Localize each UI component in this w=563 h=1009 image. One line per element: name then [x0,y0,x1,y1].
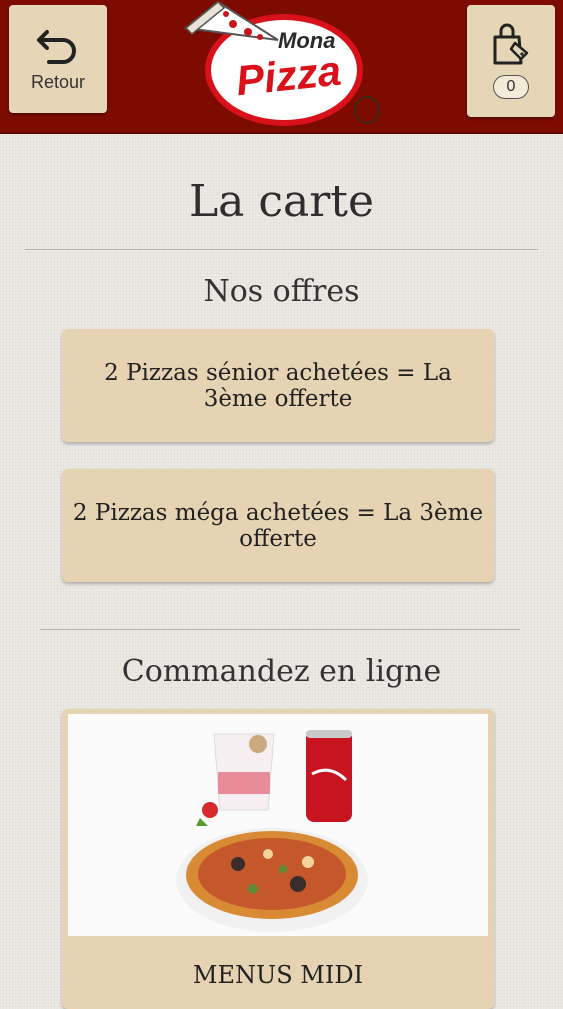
mona-pizza-logo: Mona Pizza [178,0,388,132]
pizza-menu-photo [68,714,488,936]
back-button[interactable]: Retour [9,5,107,113]
category-label: MENUS MIDI [192,961,364,989]
cart-button[interactable]: 0 [467,5,555,117]
shopping-bag-icon [493,23,529,65]
cart-count-badge: 0 [493,75,529,99]
offer-button[interactable]: 2 Pizzas méga achetées = La 3ème offerte [62,469,494,582]
title-divider [25,249,538,250]
app-header: Retour Mona Pizza 0 [0,0,563,134]
page-title: La carte [188,176,375,227]
offers-heading: Nos offres [203,274,360,309]
offer-button[interactable]: 2 Pizzas sénior achetées = La 3ème offer… [62,329,494,442]
back-arrow-icon [37,29,76,64]
order-heading: Commandez en ligne [121,654,442,689]
back-label: Retour [30,71,86,92]
category-card-menus-midi[interactable]: MENUS MIDI [62,709,494,1009]
logo-seal-icon [354,96,380,124]
section-divider [40,629,520,630]
